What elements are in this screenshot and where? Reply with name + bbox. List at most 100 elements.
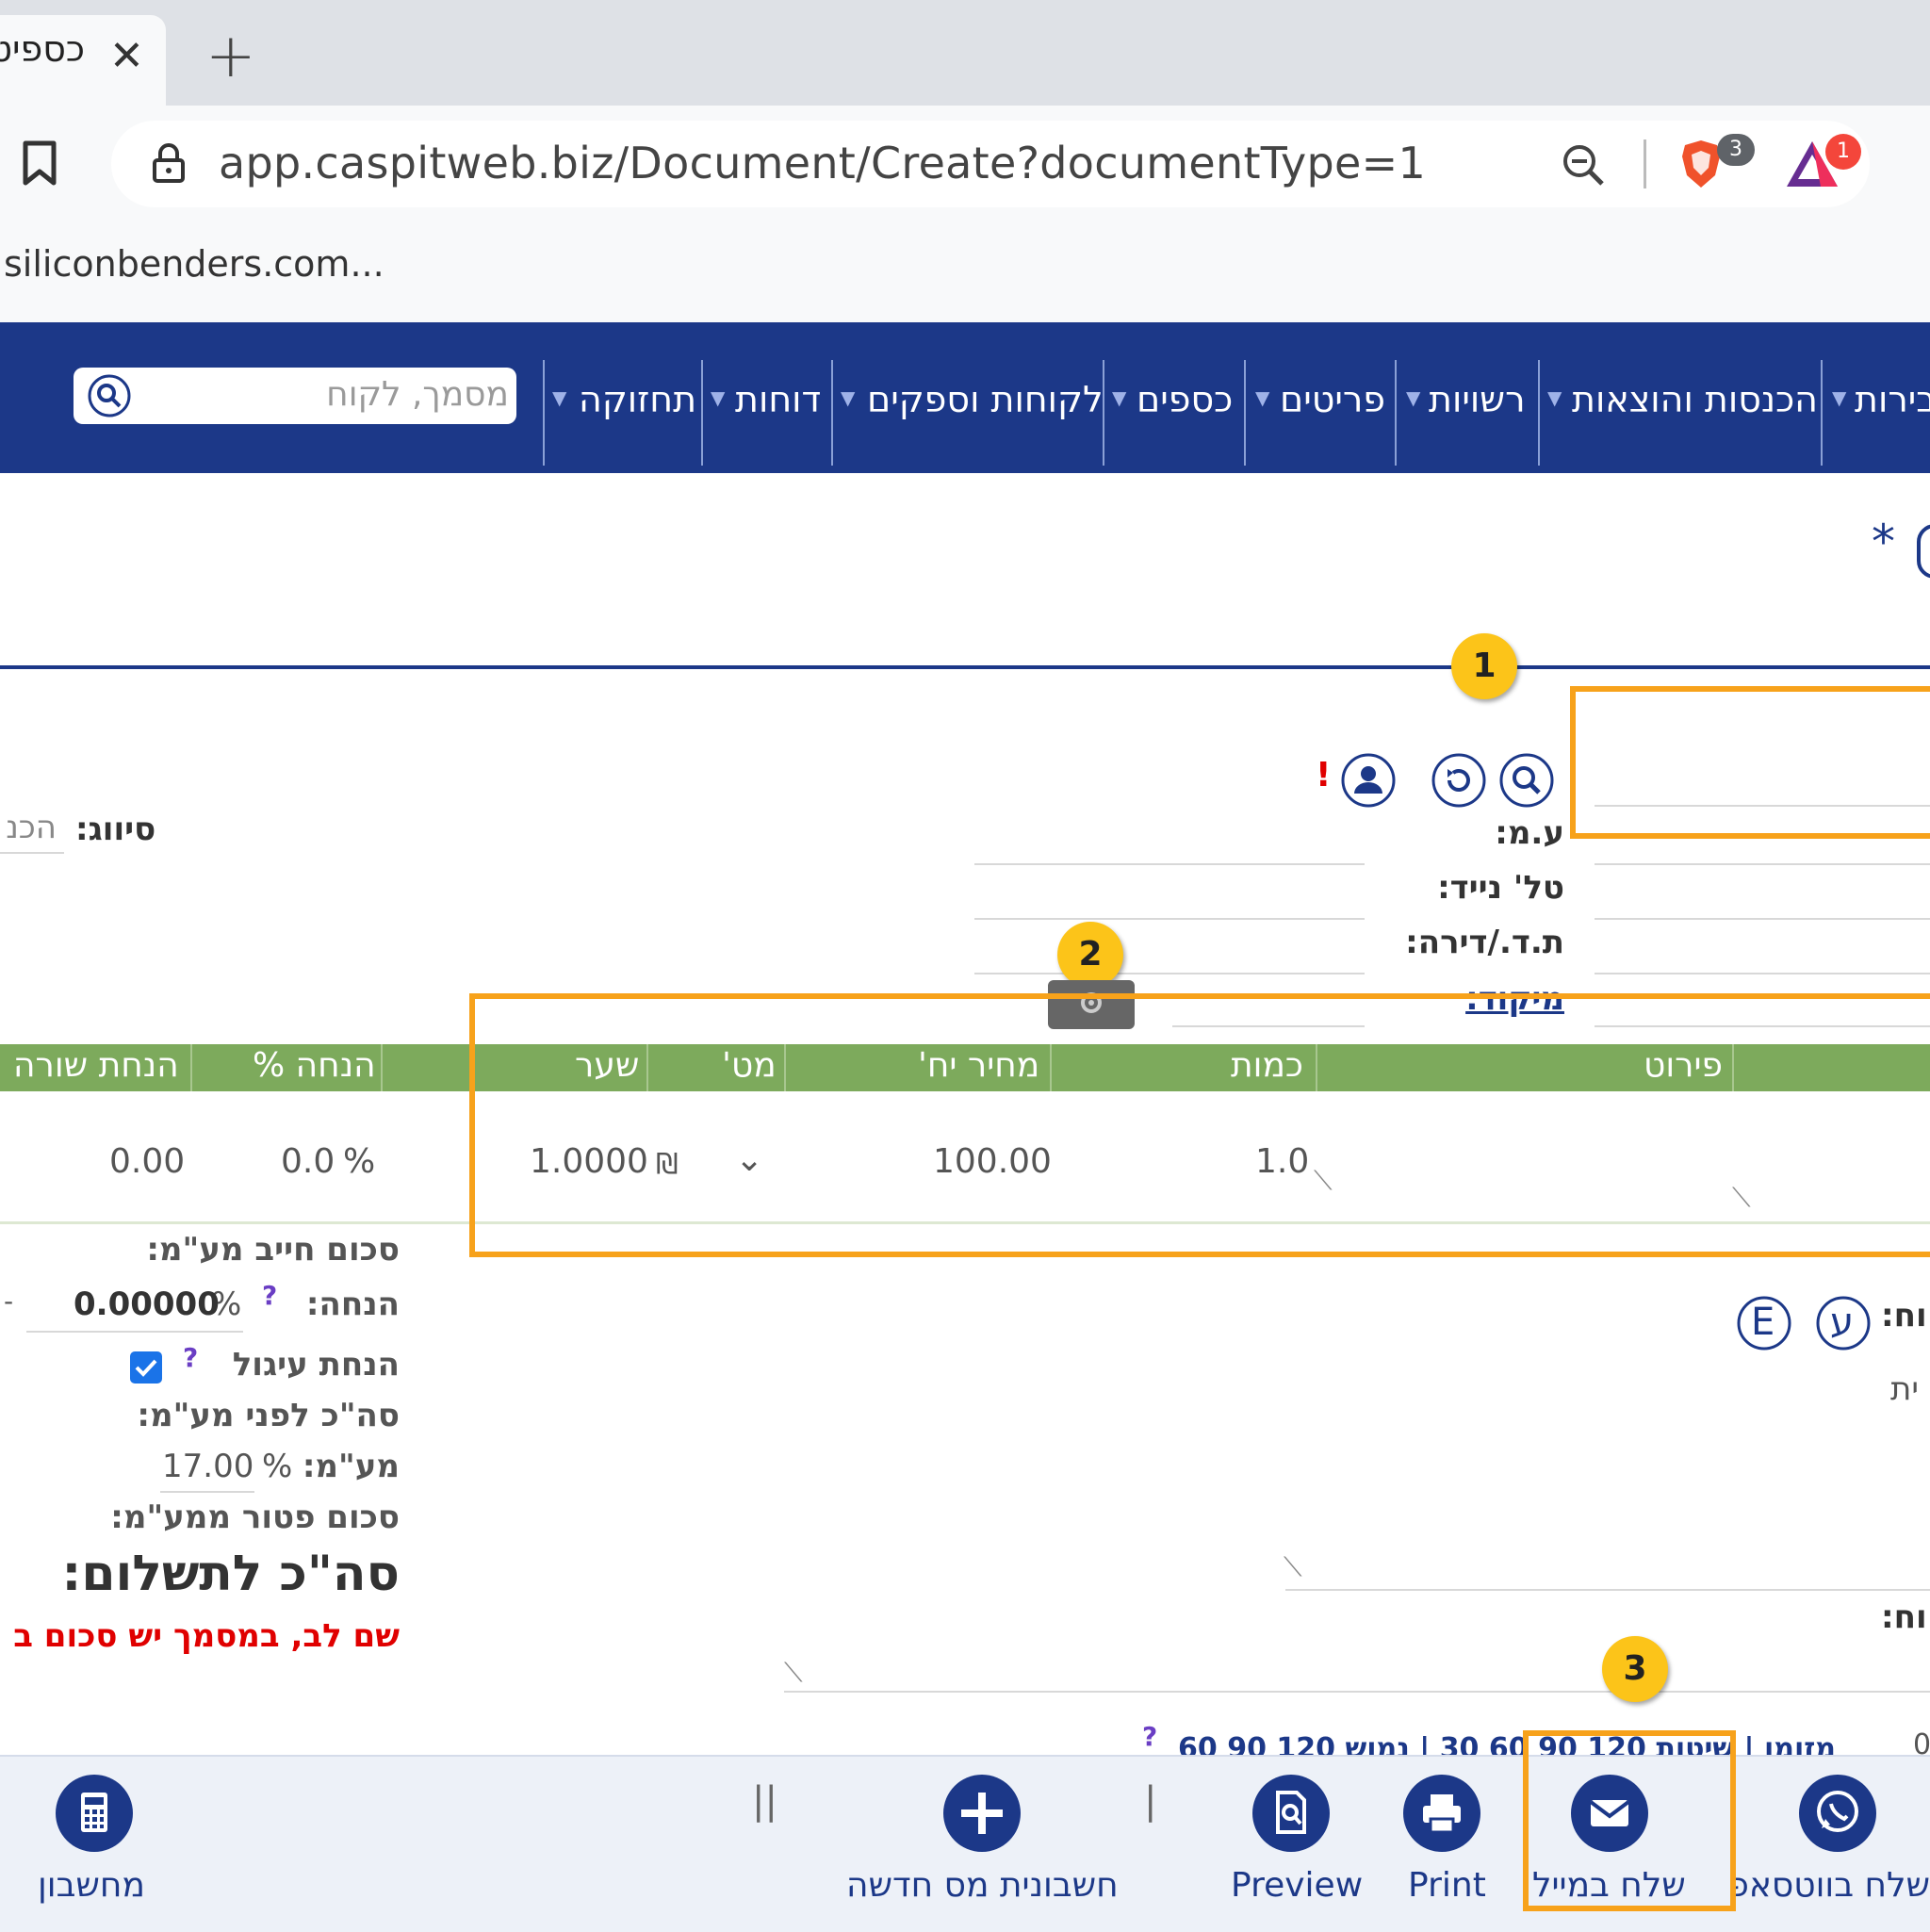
print-icon[interactable]	[1402, 1774, 1481, 1853]
col-separator	[381, 1044, 383, 1091]
vat-liable-label: סכום חייב מע"מ:	[146, 1231, 400, 1269]
chevron-down-icon[interactable]: ▼	[841, 386, 855, 409]
category-underline	[0, 852, 64, 854]
mobile-field-right[interactable]	[1595, 918, 1930, 920]
brave-shield-icon[interactable]	[1679, 138, 1723, 190]
mobile-label: טל' נייד:	[1437, 869, 1564, 907]
document-type-badge	[1917, 524, 1930, 579]
rounding-checkbox[interactable]	[130, 1351, 162, 1384]
chevron-down-icon[interactable]: ▼	[1832, 386, 1846, 409]
add-icon[interactable]	[942, 1774, 1022, 1853]
close-icon[interactable]: ✕	[109, 32, 144, 80]
notes-text: ית	[1890, 1370, 1919, 1408]
help-icon[interactable]: ?	[262, 1280, 277, 1311]
total-label: סה"כ לתשלום:	[61, 1546, 400, 1602]
payment-terms-clip: מזומן | שיטות 120 90 60 30 | נמוש 120 90…	[1176, 1732, 1836, 1755]
percent-sign: %	[343, 1142, 376, 1181]
nav-item-income-expenses[interactable]: הכנסות והוצאות	[1572, 379, 1818, 420]
nav-item-authorities[interactable]: רשויות	[1429, 379, 1526, 420]
category-label: סיווג:	[75, 810, 156, 848]
calculator-label[interactable]: מחשבון	[38, 1866, 145, 1905]
bookmark-icon[interactable]	[21, 139, 58, 187]
discount-input[interactable]: 0.00000	[74, 1285, 220, 1323]
search-placeholder: מסמך, לקוח	[326, 375, 509, 414]
lock-icon[interactable]	[151, 141, 187, 185]
vat-label: מע"מ:	[302, 1448, 400, 1485]
toolbar-separator: |	[1144, 1779, 1157, 1823]
chevron-down-icon[interactable]: ▼	[552, 386, 566, 409]
zoom-out-icon[interactable]	[1560, 141, 1607, 188]
nav-separator	[543, 360, 545, 466]
discount-label: הנחה:	[305, 1285, 400, 1323]
nav-separator	[831, 360, 833, 466]
search-icon[interactable]	[1498, 752, 1555, 809]
nav-item-maintenance[interactable]: תחזוקה	[579, 379, 696, 420]
letter-e: E	[1751, 1301, 1775, 1344]
chevron-down-icon[interactable]: ▼	[1547, 386, 1562, 409]
vat-underline	[160, 1491, 254, 1493]
before-vat-label: סה"כ לפני מע"מ:	[137, 1397, 400, 1434]
help-icon[interactable]: ?	[1142, 1721, 1157, 1752]
nav-separator	[1538, 360, 1540, 466]
highlight-send-email	[1523, 1730, 1736, 1911]
customer-name-field[interactable]	[1595, 805, 1930, 807]
chevron-down-icon[interactable]: ▼	[1255, 386, 1269, 409]
browser-tab[interactable]: כספיט ✕	[0, 15, 166, 106]
callout-badge-1: 1	[1451, 633, 1517, 699]
toolbar-divider	[1644, 139, 1646, 188]
remarks-label: :וח	[1881, 1598, 1927, 1636]
percent-sign: %	[262, 1448, 293, 1485]
send-whatsapp-label[interactable]: שלח בווטסאפ	[1727, 1866, 1930, 1905]
vat-id-field[interactable]	[974, 863, 1365, 865]
highlight-customer-name	[1570, 686, 1930, 839]
new-invoice-label[interactable]: חשבונית מס חדשה	[846, 1866, 1119, 1905]
refresh-icon[interactable]	[1431, 752, 1487, 809]
remarks-field[interactable]	[784, 1691, 1930, 1693]
chevron-down-icon[interactable]: ▼	[1406, 386, 1420, 409]
calculator-icon[interactable]	[55, 1774, 134, 1853]
shield-count-badge: 3	[1717, 134, 1755, 166]
dash: -	[4, 1285, 14, 1317]
mobile-field[interactable]	[974, 918, 1365, 920]
rounding-label: הנחת עיגול	[232, 1346, 400, 1384]
whatsapp-icon[interactable]	[1798, 1774, 1877, 1853]
discount-pct-input[interactable]: 0.0	[281, 1142, 335, 1181]
discount-underline	[26, 1331, 243, 1333]
resize-handle-icon[interactable]: ⟍	[784, 1657, 803, 1689]
bookmark-bar-item[interactable]: siliconbenders.com...	[4, 243, 384, 285]
nav-item-birot[interactable]: בירות	[1855, 379, 1930, 420]
highlight-items-row	[469, 993, 1930, 1257]
nav-item-items[interactable]: פריטים	[1280, 379, 1385, 420]
exempt-label: סכום פטור ממע"מ:	[110, 1498, 400, 1536]
warning-text: שם לב, במסמך יש סכום ב	[13, 1617, 400, 1655]
pobox-field-right[interactable]	[1595, 973, 1930, 974]
pobox-field[interactable]	[974, 973, 1365, 974]
help-icon[interactable]: ?	[183, 1342, 198, 1373]
notes-field[interactable]	[1285, 1589, 1930, 1591]
chevron-down-icon[interactable]: ▼	[1112, 386, 1126, 409]
print-label[interactable]: Print	[1408, 1866, 1486, 1905]
nav-item-reports[interactable]: דוחות	[735, 379, 821, 420]
pobox-label: ת.ד./דירה:	[1405, 924, 1564, 961]
url-text[interactable]: app.caspitweb.biz/Document/Create?docume…	[219, 138, 1426, 188]
preview-icon[interactable]	[1251, 1774, 1331, 1853]
vat-id-field-right[interactable]	[1595, 863, 1930, 865]
col-separator	[190, 1044, 192, 1091]
col-discount-pct: הנחה %	[253, 1046, 376, 1085]
payment-terms-line[interactable]: מזומן | שיטות 120 90 60 30 | נמוש 120 90…	[1176, 1732, 1836, 1755]
nav-item-customers-suppliers[interactable]: לקוחות וספקים	[867, 379, 1104, 420]
preview-label[interactable]: Preview	[1231, 1866, 1363, 1905]
tab-title: כספיט	[0, 28, 85, 70]
resize-handle-icon[interactable]: ⟍	[1284, 1551, 1302, 1583]
user-icon[interactable]	[1340, 752, 1397, 809]
nav-separator	[1244, 360, 1246, 466]
new-tab-icon[interactable]: +	[205, 26, 256, 87]
required-mark: !	[1316, 756, 1332, 794]
callout-badge-2: 2	[1057, 922, 1123, 988]
chevron-down-icon[interactable]: ▼	[711, 386, 725, 409]
category-select[interactable]: הכנ	[0, 809, 57, 846]
vat-rate-input[interactable]: 17.00	[162, 1448, 254, 1485]
nav-item-finance[interactable]: כספים	[1137, 379, 1233, 420]
search-icon[interactable]	[87, 373, 132, 418]
nav-separator	[701, 360, 703, 466]
